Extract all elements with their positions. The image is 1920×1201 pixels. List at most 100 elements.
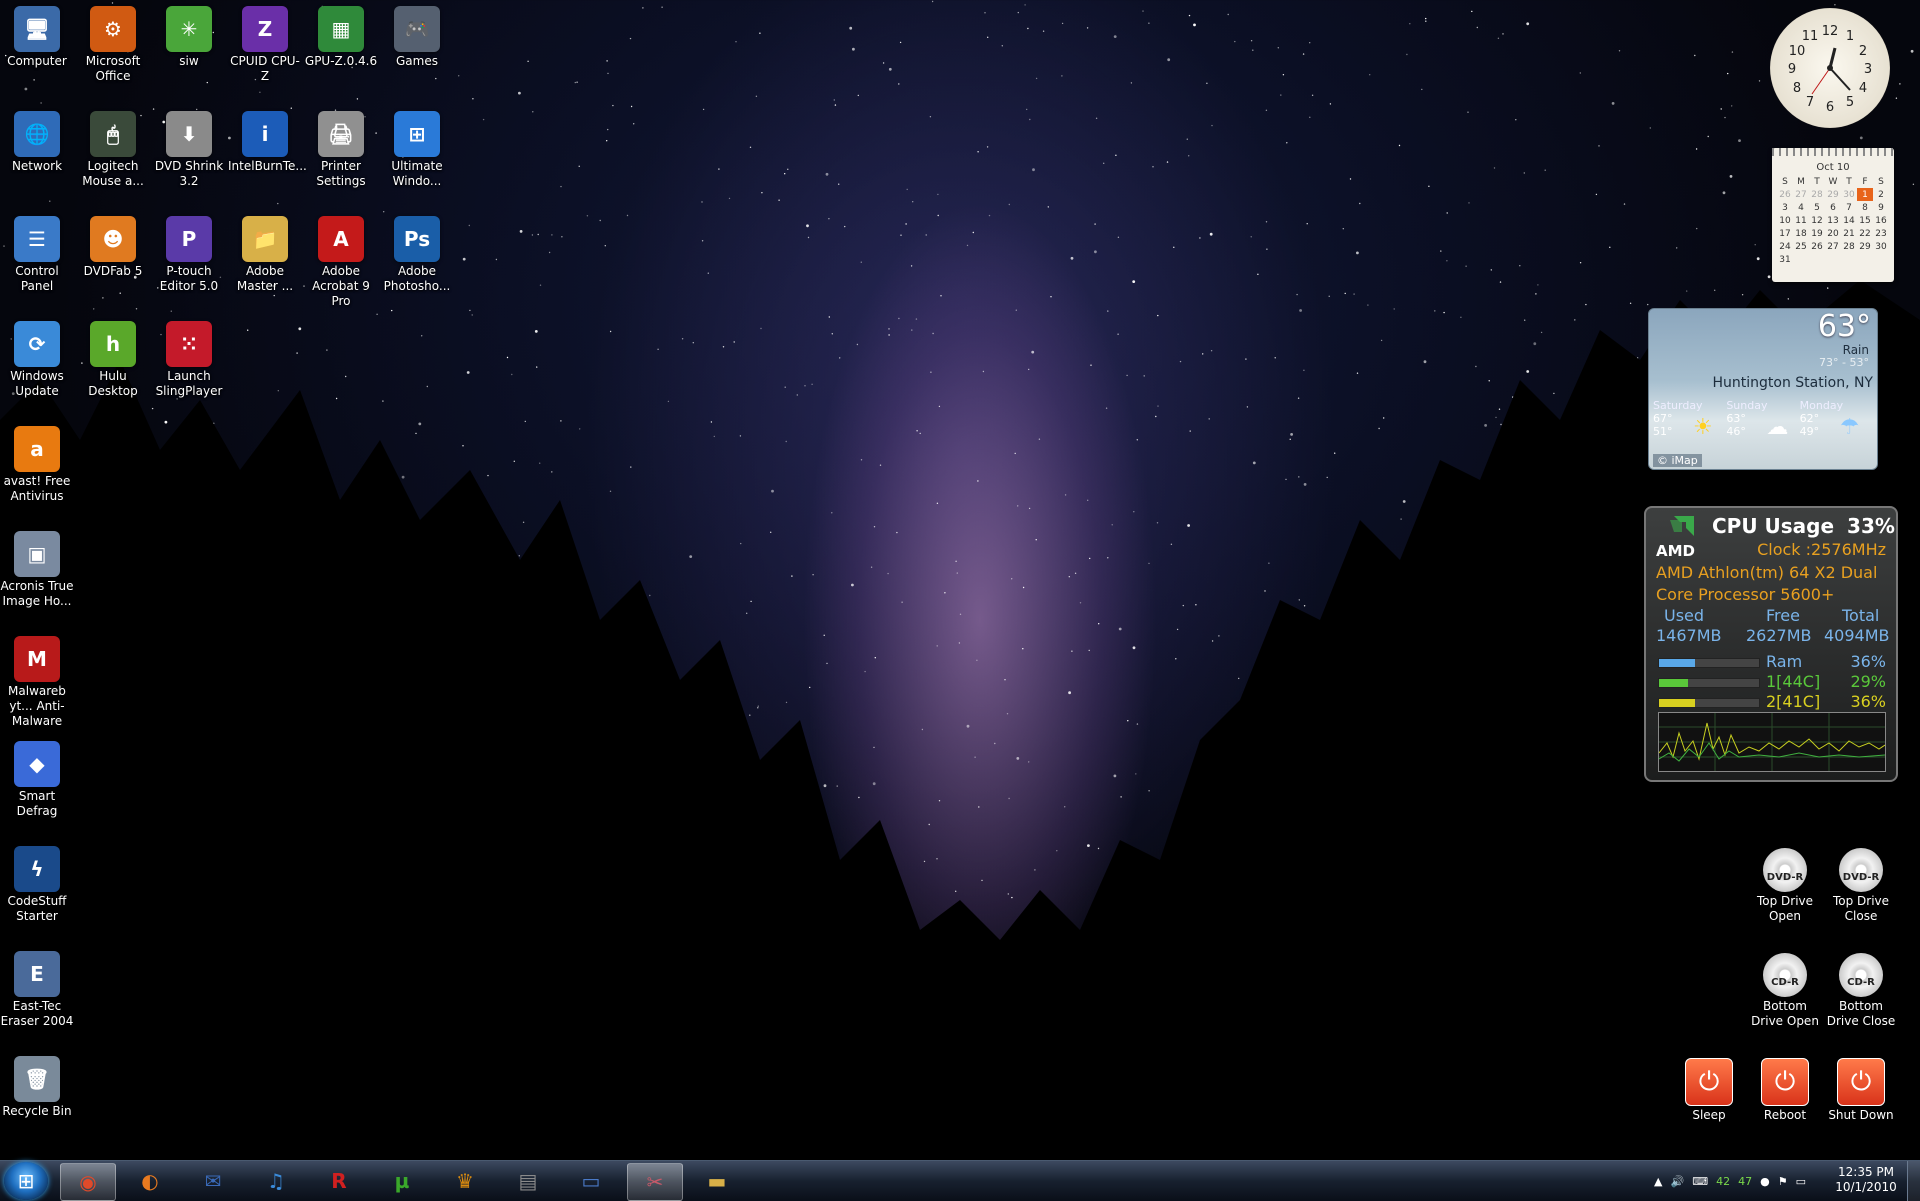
tray-item[interactable]: 47 [1738, 1175, 1752, 1188]
shortcut-top-drive-open[interactable]: DVD-R Top Drive Open [1748, 842, 1822, 924]
calendar-day[interactable]: 15 [1857, 214, 1873, 227]
desktop-icon-photoshop[interactable]: Ps Adobe Photosho... [380, 210, 454, 294]
taskbar-utorrent-button[interactable]: µ [375, 1163, 429, 1199]
calendar-day[interactable]: 24 [1777, 240, 1793, 253]
calendar-day[interactable]: 31 [1777, 253, 1793, 266]
desktop-icon-network[interactable]: 🌐 Network [0, 105, 74, 174]
desktop-icon-control-panel[interactable]: ☰ Control Panel [0, 210, 74, 294]
calendar-day[interactable]: 11 [1793, 214, 1809, 227]
taskbar-r-app-button[interactable]: R [312, 1163, 366, 1199]
shortcut-sleep[interactable]: ⏻ Sleep [1672, 1052, 1746, 1123]
desktop-icon-hulu[interactable]: h Hulu Desktop [76, 315, 150, 399]
calendar-day[interactable]: 29 [1825, 188, 1841, 201]
siw-icon: ✳ [166, 6, 212, 52]
desktop-icon-malwarebytes[interactable]: M Malwareb yt... Anti-Malware [0, 630, 74, 729]
calendar-day[interactable]: 16 [1873, 214, 1889, 227]
calendar-day[interactable]: 25 [1793, 240, 1809, 253]
calendar-day[interactable]: 1 [1857, 188, 1873, 201]
calendar-day[interactable]: 2 [1873, 188, 1889, 201]
desktop-icon-folder[interactable]: 📁 Adobe Master ... [228, 210, 302, 294]
calendar-day[interactable]: 27 [1825, 240, 1841, 253]
calendar-day[interactable]: 4 [1793, 201, 1809, 214]
calendar-day[interactable]: 9 [1873, 201, 1889, 214]
taskbar-chrome-button[interactable]: ◉ [60, 1163, 116, 1201]
calendar-day[interactable]: 21 [1841, 227, 1857, 240]
calendar-day[interactable]: 28 [1809, 188, 1825, 201]
desktop-icon-printer[interactable]: 🖨 Printer Settings [304, 105, 378, 189]
calendar-day[interactable]: 19 [1809, 227, 1825, 240]
calendar-day[interactable]: 6 [1825, 201, 1841, 214]
windows-update-icon: ⟳ [14, 321, 60, 367]
desktop-icon-intel[interactable]: i IntelBurnTe... [228, 105, 307, 174]
calendar-day[interactable]: 8 [1857, 201, 1873, 214]
desktop-icon-computer[interactable]: 🖥 Computer [0, 0, 74, 69]
desktop-icon-acrobat[interactable]: A Adobe Acrobat 9 Pro [304, 210, 378, 309]
desktop-icon-office[interactable]: ⚙ Microsoft Office [76, 0, 150, 84]
calendar-day[interactable]: 17 [1777, 227, 1793, 240]
calendar-day[interactable]: 26 [1777, 188, 1793, 201]
taskbar-crown-app-button[interactable]: ♛ [438, 1163, 492, 1199]
taskbar-snipping-button[interactable]: ▤ [501, 1163, 555, 1199]
shortcut-bottom-drive-close[interactable]: CD-R Bottom Drive Close [1824, 947, 1898, 1029]
calendar-day[interactable]: 18 [1793, 227, 1809, 240]
tray-item[interactable]: 42 [1716, 1175, 1730, 1188]
calendar-day[interactable]: 27 [1793, 188, 1809, 201]
tray-item[interactable]: ● [1760, 1175, 1770, 1188]
desktop-icon-acronis[interactable]: ▣ Acronis True Image Ho... [0, 525, 74, 609]
weather-gadget[interactable]: 63° Rain 73° - 53° Huntington Station, N… [1648, 308, 1878, 470]
calendar-day[interactable]: 22 [1857, 227, 1873, 240]
shortcut-shut-down[interactable]: ⏻ Shut Down [1824, 1052, 1898, 1123]
desktop-icon-codestuff[interactable]: ϟ CodeStuff Starter [0, 840, 74, 924]
calendar-day[interactable]: 30 [1841, 188, 1857, 201]
calendar-day[interactable]: 12 [1809, 214, 1825, 227]
desktop-icon-games[interactable]: 🎮 Games [380, 0, 454, 69]
taskbar-thunderbird-button[interactable]: ✉ [186, 1163, 240, 1199]
taskbar-clock[interactable]: 12:35 PM 10/1/2010 [1826, 1165, 1906, 1195]
desktop-icon-gpuz[interactable]: ▦ GPU-Z.0.4.6 [304, 0, 378, 69]
calendar-day[interactable]: 20 [1825, 227, 1841, 240]
desktop-icon-recycle-bin[interactable]: 🗑 Recycle Bin [0, 1050, 74, 1119]
shortcut-reboot[interactable]: ⏻ Reboot [1748, 1052, 1822, 1123]
desktop-icon-ptouch[interactable]: P P-touch Editor 5.0 [152, 210, 226, 294]
desktop-icon-mouse[interactable]: 🖱 Logitech Mouse a... [76, 105, 150, 189]
calendar-day[interactable]: 5 [1809, 201, 1825, 214]
taskbar-monitor-app-button[interactable]: ▭ [564, 1163, 618, 1199]
tray-item[interactable]: ⚑ [1778, 1175, 1788, 1188]
taskbar-explorer-button[interactable]: ▬ [690, 1163, 744, 1199]
desktop-icon-dvdfab[interactable]: ☻ DVDFab 5 [76, 210, 150, 279]
taskbar-scissors-app-button[interactable]: ✂ [627, 1163, 683, 1201]
desktop-icon-slingplayer[interactable]: ⁙ Launch SlingPlayer [152, 315, 226, 399]
clock-gadget[interactable]: 12 1 2 345 678 9 10 11 [1770, 8, 1890, 128]
tray-item[interactable]: ▲ [1654, 1175, 1662, 1188]
calendar-day[interactable]: 10 [1777, 214, 1793, 227]
desktop-icon-smart-defrag[interactable]: ◆ Smart Defrag [0, 735, 74, 819]
show-desktop-button[interactable] [1907, 1161, 1920, 1201]
calendar-day[interactable]: 13 [1825, 214, 1841, 227]
taskbar-itunes-button[interactable]: ♫ [249, 1163, 303, 1199]
calendar-day[interactable]: 28 [1841, 240, 1857, 253]
desktop-icon-eraser[interactable]: E East-Tec Eraser 2004 [0, 945, 74, 1029]
tray-item[interactable]: ⌨ [1692, 1175, 1708, 1188]
taskbar-firefox-button[interactable]: ◐ [123, 1163, 177, 1199]
calendar-gadget[interactable]: Oct 10 SMTWTFS 26 27 28 29 30 1 2 3 4 5 6 7 8 9 10 11 12… [1772, 148, 1894, 282]
shortcut-top-drive-close[interactable]: DVD-R Top Drive Close [1824, 842, 1898, 924]
calendar-day[interactable]: 29 [1857, 240, 1873, 253]
calendar-day[interactable]: 3 [1777, 201, 1793, 214]
calendar-day[interactable]: 23 [1873, 227, 1889, 240]
desktop-icon-cpuz[interactable]: Z CPUID CPU-Z [228, 0, 302, 84]
cpu-meter-gadget[interactable]: AMD CPU Usage 33% Clock :2576MHz AMD Ath… [1644, 506, 1898, 782]
tray-item[interactable]: ▭ [1796, 1175, 1806, 1188]
desktop-icon-siw[interactable]: ✳ siw [152, 0, 226, 69]
calendar-day[interactable]: 30 [1873, 240, 1889, 253]
desktop-icon-windows[interactable]: ⊞ Ultimate Windo... [380, 105, 454, 189]
desktop[interactable]: 🖥 Computer ⚙ Microsoft Office ✳ siw Z CPUID CPU… [0, 0, 1920, 1160]
calendar-day[interactable]: 7 [1841, 201, 1857, 214]
start-button[interactable]: ⊞ [4, 1162, 48, 1200]
desktop-icon-avast[interactable]: a avast! Free Antivirus [0, 420, 74, 504]
calendar-day[interactable]: 14 [1841, 214, 1857, 227]
calendar-day[interactable]: 26 [1809, 240, 1825, 253]
desktop-icon-windows-update[interactable]: ⟳ Windows Update [0, 315, 74, 399]
desktop-icon-dvd-shrink[interactable]: ⬇ DVD Shrink 3.2 [152, 105, 226, 189]
tray-item[interactable]: 🔊 [1671, 1175, 1685, 1188]
shortcut-bottom-drive-open[interactable]: CD-R Bottom Drive Open [1748, 947, 1822, 1029]
